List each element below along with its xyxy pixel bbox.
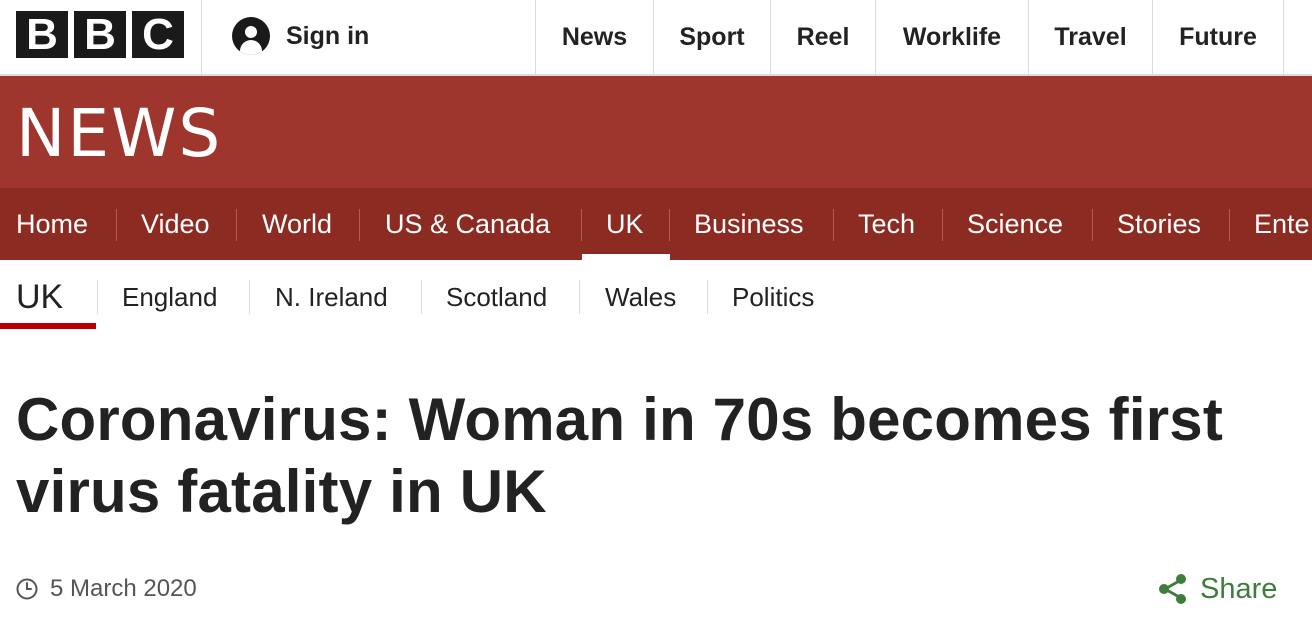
- share-label: Share: [1200, 572, 1278, 605]
- section-nav-tech[interactable]: Tech: [858, 188, 915, 260]
- divider: [421, 280, 422, 314]
- section-nav-stories[interactable]: Stories: [1117, 188, 1201, 260]
- divider: [236, 209, 237, 241]
- divider: [1229, 209, 1230, 241]
- divider: [942, 209, 943, 241]
- divider: [669, 209, 670, 241]
- news-logo[interactable]: NEWS: [16, 94, 222, 174]
- divider: [249, 280, 250, 314]
- clock-icon: [16, 578, 38, 600]
- sub-nav-active-indicator: [0, 323, 96, 329]
- news-masthead: NEWS: [0, 76, 1312, 188]
- bbc-logo-letter: B: [16, 11, 68, 58]
- divider: [833, 209, 834, 241]
- article-headline: Coronavirus: Woman in 70s becomes first …: [16, 386, 1224, 525]
- article-date-text: 5 March 2020: [50, 575, 197, 602]
- divider: [1283, 0, 1284, 74]
- global-nav-reel[interactable]: Reel: [771, 0, 875, 74]
- divider: [707, 280, 708, 314]
- divider: [1092, 209, 1093, 241]
- sign-in-label: Sign in: [286, 21, 370, 50]
- sub-nav-politics[interactable]: Politics: [732, 272, 814, 322]
- divider: [581, 209, 582, 241]
- section-nav: Home Video World US & Canada UK Business…: [0, 188, 1312, 260]
- user-icon: [232, 17, 270, 55]
- sign-in-link[interactable]: Sign in: [232, 16, 369, 56]
- sub-nav-uk[interactable]: UK: [16, 272, 63, 322]
- section-nav-home[interactable]: Home: [16, 188, 88, 260]
- global-nav-travel[interactable]: Travel: [1029, 0, 1152, 74]
- share-button[interactable]: Share: [1156, 570, 1277, 608]
- divider: [201, 0, 202, 74]
- bbc-logo-letter: C: [132, 11, 184, 58]
- sub-nav-england[interactable]: England: [122, 272, 217, 322]
- bbc-logo[interactable]: B B C: [16, 11, 184, 58]
- global-nav-worklife[interactable]: Worklife: [876, 0, 1028, 74]
- section-nav-world[interactable]: World: [262, 188, 332, 260]
- section-nav-entertainment[interactable]: Ente: [1254, 188, 1310, 260]
- global-nav-sport[interactable]: Sport: [654, 0, 770, 74]
- share-icon: [1159, 574, 1186, 604]
- divider: [579, 280, 580, 314]
- bbc-logo-letter: B: [74, 11, 126, 58]
- section-nav-video[interactable]: Video: [141, 188, 210, 260]
- section-nav-us-canada[interactable]: US & Canada: [385, 188, 550, 260]
- section-nav-uk[interactable]: UK: [606, 188, 644, 260]
- sub-nav-n-ireland[interactable]: N. Ireland: [275, 272, 388, 322]
- divider: [116, 209, 117, 241]
- global-nav-news[interactable]: News: [536, 0, 653, 74]
- global-nav-future[interactable]: Future: [1153, 0, 1283, 74]
- section-nav-active-indicator: [582, 254, 670, 260]
- article-date: 5 March 2020: [16, 572, 197, 606]
- global-header: B B C Sign in News Sport Reel Worklife T…: [0, 0, 1312, 76]
- divider: [97, 280, 98, 314]
- sub-nav-scotland[interactable]: Scotland: [446, 272, 547, 322]
- section-nav-science[interactable]: Science: [967, 188, 1063, 260]
- divider: [359, 209, 360, 241]
- sub-nav-wales[interactable]: Wales: [605, 272, 676, 322]
- section-nav-business[interactable]: Business: [694, 188, 804, 260]
